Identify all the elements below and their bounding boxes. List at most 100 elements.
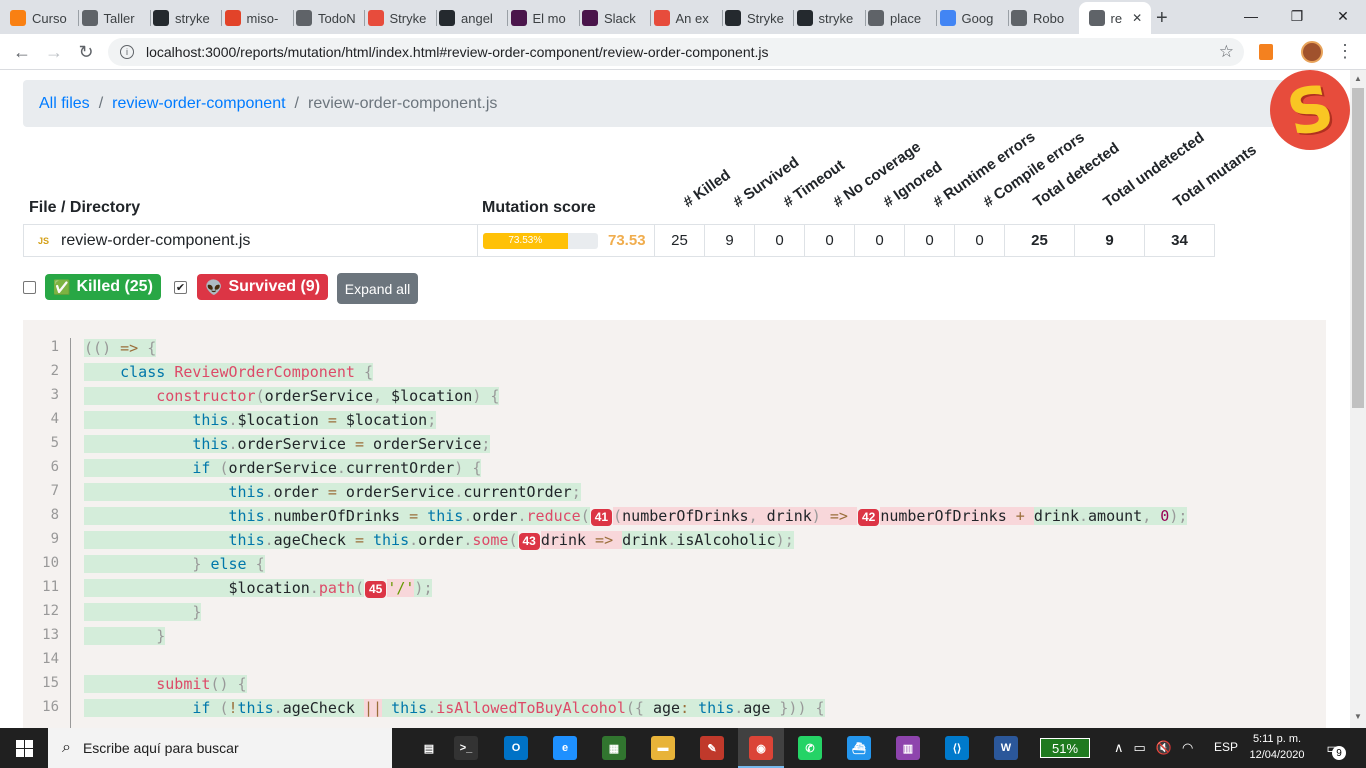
survived-filter-checkbox[interactable]: ✔ <box>174 281 187 294</box>
clock-date: 12/04/2020 <box>1249 749 1305 761</box>
browser-tab[interactable]: re ✕ <box>1078 2 1151 34</box>
edge-icon[interactable]: e <box>553 736 577 760</box>
mutant-badge[interactable]: 41 <box>590 509 613 526</box>
chrome-icon[interactable]: ◉ <box>749 736 773 760</box>
profile-avatar[interactable] <box>1301 41 1323 63</box>
code-line: this.numberOfDrinks = this.order.reduce(… <box>84 506 1188 526</box>
page-scrollbar[interactable]: ▲ ▼ <box>1350 70 1366 728</box>
browser-tab[interactable]: Goog <box>939 4 1004 32</box>
gitlab-icon <box>224 10 241 26</box>
js-file-icon: JS <box>38 235 50 246</box>
whatsapp-icon[interactable]: ✆ <box>798 736 822 760</box>
breadcrumb-current-file: review-order-component.js <box>308 94 498 112</box>
back-button[interactable]: ← <box>8 38 36 66</box>
browser-tab[interactable]: miso- <box>224 4 289 32</box>
maximize-button[interactable]: ❐ <box>1274 0 1320 32</box>
browser-tab[interactable]: El mo <box>510 4 575 32</box>
globe-icon <box>1088 10 1105 26</box>
menu-dots-icon[interactable]: ⋮ <box>1336 40 1354 62</box>
tab-separator <box>650 10 651 26</box>
outlook-icon[interactable]: O <box>504 736 528 760</box>
killed-filter-checkbox[interactable] <box>23 281 36 294</box>
browser-tab[interactable]: Stryke <box>725 4 789 32</box>
docker-icon[interactable]: ⛴ <box>847 736 871 760</box>
breadcrumb-folder[interactable]: review-order-component <box>112 95 285 113</box>
terminal-icon[interactable]: >_ <box>454 736 478 760</box>
reload-button[interactable]: ↻ <box>72 38 100 66</box>
stryker-icon <box>367 10 384 26</box>
taskbar-search-box[interactable]: ⌕ Escribe aquí para buscar <box>48 728 392 768</box>
browser-tab[interactable]: angel <box>439 4 503 32</box>
tab-label: Stryke <box>389 10 427 26</box>
paint-icon[interactable]: ✎ <box>700 736 724 760</box>
mutant-badge[interactable]: 43 <box>518 533 540 550</box>
address-bar[interactable]: i localhost:3000/reports/mutation/html/i… <box>108 38 1244 66</box>
scroll-down-arrow-icon[interactable]: ▼ <box>1354 712 1362 721</box>
project-icon[interactable]: ▦ <box>602 736 626 760</box>
new-tab-button[interactable]: + <box>1156 4 1176 32</box>
tab-label: Goog <box>961 10 994 26</box>
input-language[interactable]: ESP <box>1214 740 1238 754</box>
notification-center-button[interactable]: ▭ 9 <box>1320 736 1346 760</box>
minimize-button[interactable]: — <box>1228 0 1274 32</box>
forward-button[interactable]: → <box>40 38 68 66</box>
survived-filter-badge[interactable]: 👽 Survived (9) <box>197 274 329 300</box>
tab-separator <box>292 10 294 26</box>
mutant-badge[interactable]: 42 <box>857 509 880 526</box>
windows-start-button[interactable] <box>0 728 48 768</box>
tab-separator <box>793 10 794 26</box>
tab-label: Robo <box>1033 10 1065 26</box>
browser-tab[interactable]: TodoN <box>296 4 360 32</box>
tab-label: re <box>1110 10 1123 26</box>
battery-icon[interactable]: ▭ <box>1134 740 1156 755</box>
browser-tab[interactable]: stryke <box>153 4 217 32</box>
chevron-up-icon[interactable]: ∧ <box>1114 740 1134 755</box>
close-icon: ✕ <box>1337 7 1349 24</box>
window-close-button[interactable]: ✕ <box>1320 0 1366 32</box>
tab-label: miso- <box>246 10 279 26</box>
breadcrumb-separator: / <box>294 94 299 112</box>
line-number-gutter-divider <box>70 338 71 728</box>
line-number: 7 <box>50 483 59 499</box>
vscode-icon[interactable]: ⟨⟩ <box>945 736 969 760</box>
battery-indicator[interactable]: 51% <box>1040 738 1090 758</box>
browser-tab[interactable]: Stryke <box>367 4 432 32</box>
close-icon[interactable]: ✕ <box>1132 11 1142 25</box>
tab-separator <box>721 10 723 26</box>
browser-tab[interactable]: An ex <box>653 4 718 32</box>
browser-tab[interactable]: Curso <box>10 4 74 32</box>
winrar-icon[interactable]: ▥ <box>896 736 920 760</box>
extension-icon[interactable] <box>1259 44 1273 60</box>
scrollbar-thumb[interactable] <box>1352 88 1364 408</box>
browser-tab[interactable]: stryke <box>796 4 861 32</box>
wifi-icon[interactable]: ◠ <box>1182 740 1203 755</box>
line-number: 16 <box>42 699 59 715</box>
stryker-logo: S <box>1270 70 1350 150</box>
volume-muted-icon[interactable]: 🔇 <box>1156 740 1182 755</box>
task-view-icon[interactable]: ▤ <box>417 736 441 760</box>
file-link[interactable]: review-order-component.js <box>61 232 250 250</box>
code-line: } else { <box>84 554 265 574</box>
browser-tab[interactable]: Slack <box>582 4 646 32</box>
browser-tab[interactable]: Taller <box>81 4 146 32</box>
line-number: 2 <box>50 363 59 379</box>
word-icon[interactable]: W <box>994 736 1018 760</box>
file-explorer-icon[interactable]: ▬ <box>651 736 675 760</box>
clock[interactable]: 5:11 p. m. 12/04/2020 <box>1248 731 1306 763</box>
windows-taskbar: ⌕ Escribe aquí para buscar ▤ >_ Oe ▦ ▬ ✎ ◉ ✆ ⛴ ▥ ⟨… <box>0 728 1366 768</box>
mutant-badge[interactable]: 45 <box>364 581 387 598</box>
tab-label: stryke <box>818 10 854 26</box>
table-row-file: JS review-order-component.js <box>23 224 478 257</box>
line-number: 4 <box>50 411 59 427</box>
killed-filter-badge[interactable]: ✅ Killed (25) <box>45 274 161 300</box>
browser-tab-strip: Curso Taller stryke miso- TodoN Stryke angel El… <box>0 0 1366 34</box>
expand-all-button[interactable]: Expand all <box>337 273 418 304</box>
scroll-up-arrow-icon[interactable]: ▲ <box>1354 74 1362 83</box>
breadcrumb-all-files[interactable]: All files <box>39 95 90 113</box>
code-line: (() => { <box>84 339 157 357</box>
bookmark-star-icon[interactable]: ☆ <box>1219 42 1234 62</box>
code-line: this.ageCheck = this.order.some(43 drink … <box>84 530 794 550</box>
browser-tab[interactable]: Robo <box>1011 4 1075 32</box>
browser-tab[interactable]: place <box>868 4 932 32</box>
tab-label: angel <box>461 10 493 26</box>
